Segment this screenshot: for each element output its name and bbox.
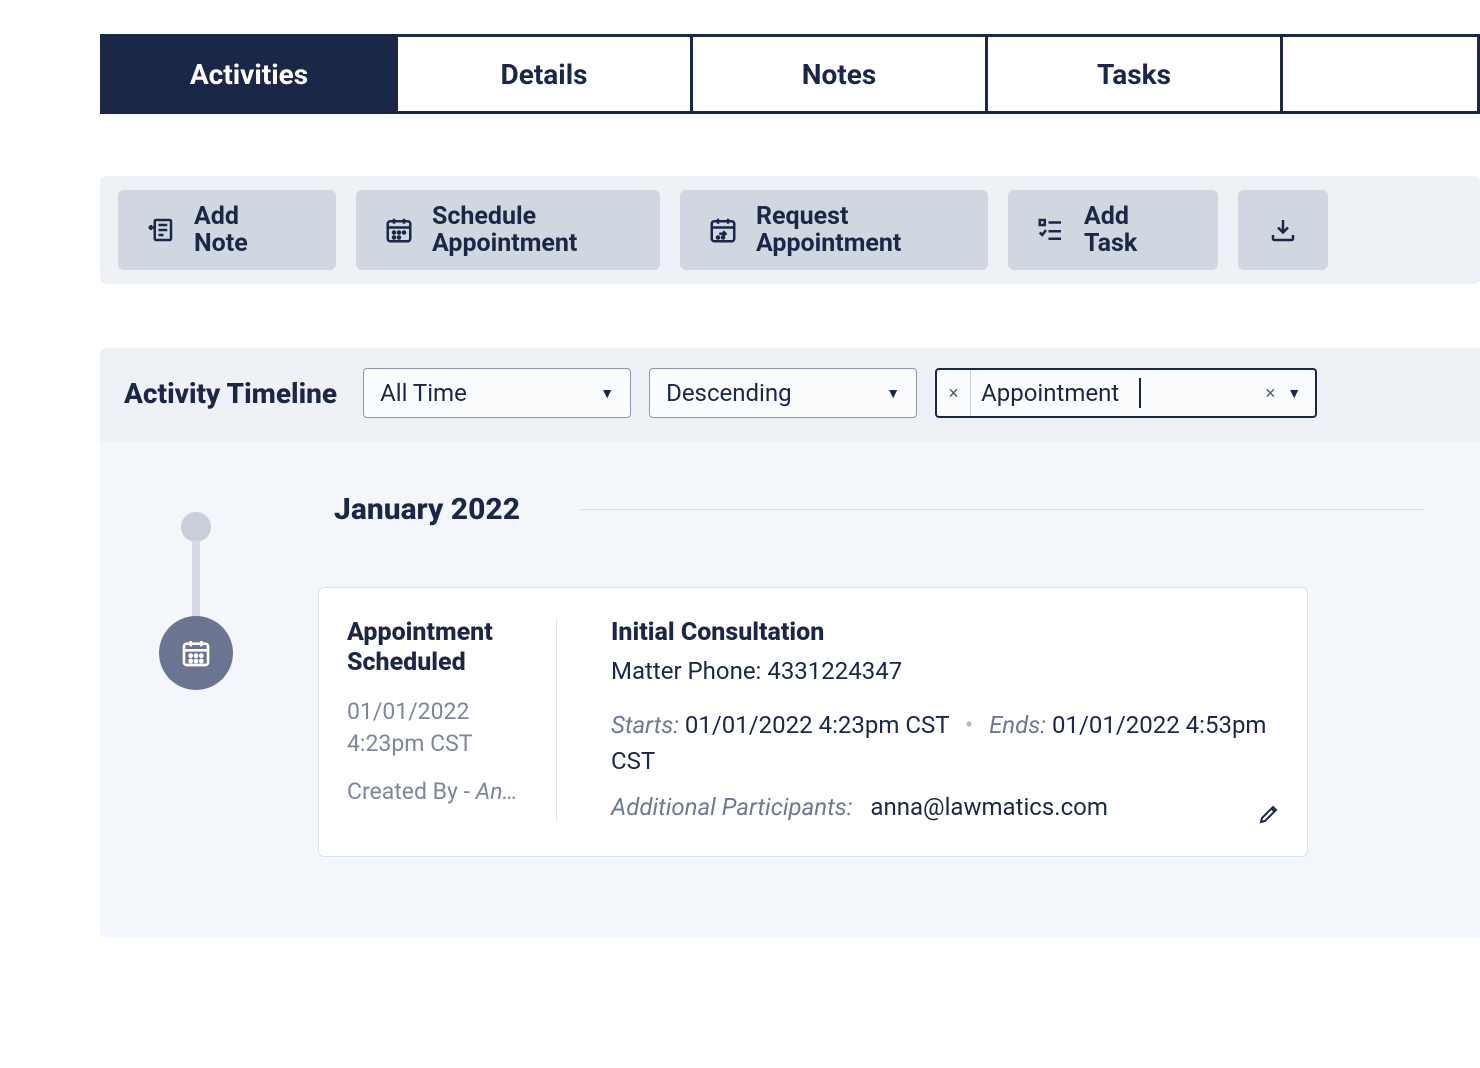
timeline-body: January 2022 Appointment Scheduled 01/01…: [100, 442, 1480, 937]
timeline-title: Activity Timeline: [124, 377, 337, 410]
event-participants: Additional Participants: anna@lawmatics.…: [611, 793, 1279, 821]
request-appointment-button[interactable]: Request Appointment: [680, 190, 988, 270]
timeline-rail-dot: [181, 512, 211, 542]
type-filter-dropdown[interactable]: × Appointment × ▼: [935, 368, 1317, 418]
timeline-header: Activity Timeline All Time ▼ Descending …: [100, 348, 1480, 442]
month-divider: [580, 509, 1424, 510]
calendar-request-icon: [708, 215, 738, 245]
tab-activities[interactable]: Activities: [103, 37, 398, 111]
calendar-icon: [384, 215, 414, 245]
event-right-title: Initial Consultation: [611, 618, 1279, 647]
schedule-appointment-label: Schedule Appointment: [432, 203, 577, 258]
clear-filter-icon[interactable]: ×: [1266, 383, 1276, 404]
caret-down-icon[interactable]: ▼: [1287, 385, 1301, 402]
tab-notes[interactable]: Notes: [693, 37, 988, 111]
sort-dropdown[interactable]: Descending ▼: [649, 368, 917, 418]
tab-tasks[interactable]: Tasks: [988, 37, 1283, 111]
tabs-bar: Activities Details Notes Tasks: [100, 34, 1480, 114]
time-range-dropdown[interactable]: All Time ▼: [363, 368, 631, 418]
add-task-label: Add Task: [1084, 203, 1137, 258]
tab-remainder: [1283, 37, 1480, 111]
month-title: January 2022: [334, 492, 520, 527]
event-right: Initial Consultation Matter Phone: 43312…: [557, 618, 1279, 822]
edit-icon[interactable]: [1257, 802, 1281, 830]
time-range-value: All Time: [380, 379, 467, 407]
tab-details[interactable]: Details: [398, 37, 693, 111]
request-appointment-label: Request Appointment: [756, 203, 901, 258]
add-task-button[interactable]: Add Task: [1008, 190, 1218, 270]
caret-down-icon: ▼: [600, 385, 614, 402]
event-left: Appointment Scheduled 01/01/2022 4:23pm …: [347, 618, 557, 822]
event-matter-phone: Matter Phone: 4331224347: [611, 657, 1279, 685]
add-note-button[interactable]: Add Note: [118, 190, 336, 270]
event-created-by: Created By - An…: [347, 778, 532, 805]
event-card: Appointment Scheduled 01/01/2022 4:23pm …: [318, 587, 1308, 857]
text-cursor: [1139, 378, 1141, 408]
event-times: Starts: 01/01/2022 4:23pm CST • Ends: 01…: [611, 707, 1279, 779]
type-filter-value: Appointment: [981, 379, 1119, 407]
event-title: Appointment Scheduled: [347, 618, 532, 678]
note-add-icon: [146, 215, 176, 245]
quick-actions-bar: Add Note Schedule Appointment: [100, 176, 1480, 284]
add-note-label: Add Note: [194, 203, 248, 258]
event-date: 01/01/2022 4:23pm CST: [347, 696, 532, 760]
checklist-icon: [1036, 215, 1066, 245]
timeline-panel: Activity Timeline All Time ▼ Descending …: [100, 348, 1480, 937]
sort-value: Descending: [666, 379, 792, 407]
schedule-appointment-button[interactable]: Schedule Appointment: [356, 190, 660, 270]
timeline-node-icon: [159, 616, 233, 690]
clear-filter-left-icon[interactable]: ×: [937, 370, 971, 416]
month-row: January 2022: [334, 492, 1424, 527]
download-button[interactable]: [1238, 190, 1328, 270]
timeline-rail-line: [192, 540, 200, 622]
download-icon: [1268, 215, 1298, 245]
caret-down-icon: ▼: [886, 385, 900, 402]
